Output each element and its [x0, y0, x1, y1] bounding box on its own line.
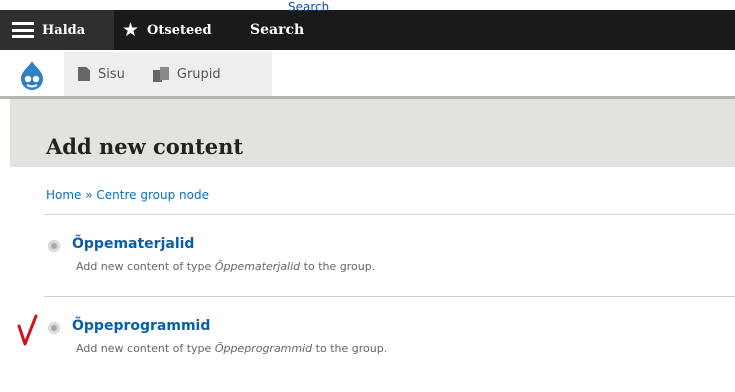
- list-item: Õppematerjalid Add new content of type Õ…: [48, 236, 708, 286]
- search-label[interactable]: Search: [250, 22, 304, 38]
- content-type-link[interactable]: Õppematerjalid: [72, 236, 194, 252]
- checkmark-annotation-icon: [17, 314, 38, 346]
- bullet-icon: [48, 322, 60, 334]
- breadcrumb[interactable]: Home » Centre group node: [46, 188, 209, 202]
- item-description: Add new content of type Õppeprogrammid t…: [76, 342, 388, 355]
- tab-grupid-label: Grupid: [176, 66, 221, 82]
- manage-label: Halda: [42, 22, 86, 38]
- list-item: Õppeprogrammid Add new content of type Õ…: [48, 318, 708, 368]
- divider: [44, 214, 735, 215]
- drupal-logo-icon[interactable]: [12, 58, 52, 92]
- tab-sisu-label: Sisu: [98, 66, 125, 82]
- manage-menu-button[interactable]: Halda: [0, 10, 114, 50]
- bullet-icon: [48, 240, 60, 252]
- tab-sisu[interactable]: Sisu: [64, 52, 139, 96]
- divider: [44, 296, 735, 297]
- tray-tabs: Sisu Grupid: [64, 52, 272, 96]
- content-type-link[interactable]: Õppeprogrammid: [72, 318, 210, 334]
- group-icon: [152, 67, 169, 82]
- item-description: Add new content of type Õppematerjalid t…: [76, 260, 376, 273]
- file-icon: [78, 67, 90, 81]
- hamburger-icon: [12, 22, 34, 38]
- star-icon: ★: [122, 19, 140, 41]
- shortcuts-button[interactable]: ★ Otseteed: [122, 10, 212, 50]
- shortcuts-label: Otseteed: [147, 22, 212, 38]
- page-title: Add new content: [46, 134, 244, 159]
- search-link[interactable]: Search: [288, 0, 329, 14]
- page-header: Add new content: [10, 99, 735, 167]
- drop-icon: [21, 61, 43, 90]
- admin-toolbar: Halda ★ Otseteed: [0, 10, 735, 50]
- toolbar-tray: Sisu Grupid: [0, 50, 735, 99]
- tab-grupid[interactable]: Grupid: [139, 52, 235, 96]
